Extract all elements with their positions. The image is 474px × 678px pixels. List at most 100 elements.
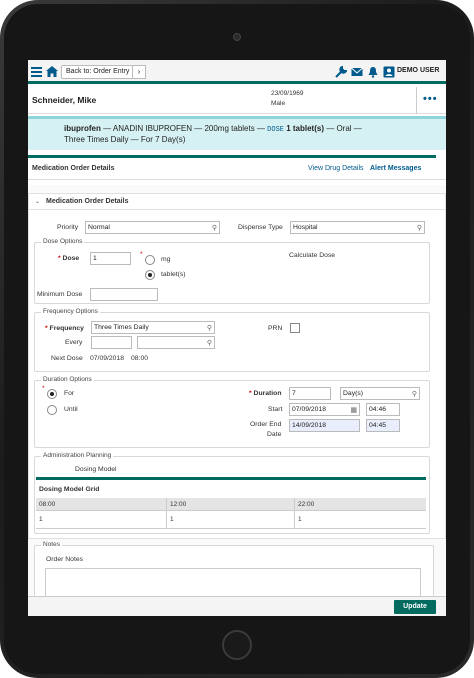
- grid-cell[interactable]: 1: [39, 516, 43, 523]
- start-label: Start: [268, 406, 283, 413]
- mail-icon[interactable]: [351, 66, 363, 78]
- unit-tablets-radio[interactable]: [145, 270, 155, 280]
- order-end-time-input[interactable]: 04:45: [366, 419, 400, 432]
- duration-options-legend: Duration Options: [41, 376, 94, 383]
- menu-icon[interactable]: [31, 67, 42, 77]
- for-radio[interactable]: [47, 389, 57, 399]
- chevron-right-icon[interactable]: ›: [132, 65, 146, 79]
- priority-label: Priority: [57, 224, 79, 231]
- next-dose-label: Next Dose: [51, 355, 83, 362]
- until-label: Until: [64, 406, 78, 413]
- patient-sex: Male: [271, 100, 286, 107]
- card-header[interactable]: ⌄ Medication Order Details: [29, 194, 445, 210]
- patient-dob: 23/09/1969: [271, 90, 304, 97]
- drug-route: — Oral —: [324, 124, 362, 133]
- top-toolbar: Back to: Order Entry › DEMO USER: [28, 60, 446, 84]
- next-dose-date: 07/09/2018: [90, 355, 125, 362]
- update-button[interactable]: Update: [394, 600, 436, 614]
- calculate-dose-link[interactable]: Calculate Dose: [289, 252, 335, 259]
- every-unit-select[interactable]: ⚲: [137, 336, 215, 349]
- grid-bottom-line: [36, 528, 426, 529]
- frequency-options-legend: Frequency Options: [41, 308, 100, 315]
- administration-planning-group: Administration Planning Dosing Model Dos…: [34, 452, 430, 534]
- next-dose-time: 08:00: [131, 355, 149, 362]
- drug-product: — ANADIN IBUPROFEN — 200mg tablets —: [100, 124, 268, 133]
- order-end-date-input[interactable]: 14/09/2018: [289, 419, 360, 432]
- minimum-dose-label: Minimum Dose: [37, 291, 83, 298]
- frequency-options-group: Frequency Options * Frequency Three Time…: [34, 308, 430, 372]
- form-area: ⌄ Medication Order Details Priority Norm…: [28, 185, 446, 605]
- view-drug-details-link[interactable]: View Drug Details: [308, 165, 364, 172]
- home-hardware-button[interactable]: [222, 630, 252, 660]
- priority-value: Normal: [88, 224, 110, 231]
- prn-label: PRN: [268, 325, 283, 332]
- dosing-model-grid-title: Dosing Model Grid: [39, 486, 100, 493]
- bell-icon[interactable]: [367, 66, 379, 78]
- medication-order-card: ⌄ Medication Order Details Priority Norm…: [28, 193, 446, 539]
- prn-checkbox[interactable]: [290, 323, 300, 333]
- grid-column-header: 08:00: [39, 501, 56, 508]
- dosing-model-link[interactable]: Dosing Model: [75, 466, 117, 473]
- alert-messages-link[interactable]: Alert Messages: [370, 165, 421, 172]
- duration-unit-value: Day(s): [343, 390, 364, 397]
- frequency-value: Three Times Daily: [94, 324, 149, 331]
- home-icon[interactable]: [46, 66, 58, 77]
- order-notes-label: Order Notes: [46, 556, 84, 563]
- for-label: For: [64, 390, 75, 397]
- divider: [416, 87, 417, 114]
- search-icon: ⚲: [411, 391, 417, 398]
- grid-accent-bar: [36, 477, 426, 480]
- back-to-order-entry-button[interactable]: Back to: Order Entry: [61, 65, 135, 79]
- dispense-type-value: Hospital: [293, 224, 318, 231]
- every-input[interactable]: [91, 336, 132, 349]
- grid-cell[interactable]: 1: [298, 516, 302, 523]
- unit-mg-label: mg: [161, 256, 171, 263]
- start-time-input[interactable]: 04:46: [366, 403, 400, 416]
- priority-select[interactable]: Normal ⚲: [85, 221, 220, 234]
- grid-column-header: 12:00: [170, 501, 187, 508]
- footer-bar: Update: [28, 596, 446, 616]
- grid-cell[interactable]: 1: [170, 516, 174, 523]
- dispense-type-select[interactable]: Hospital ⚲: [290, 221, 425, 234]
- chevron-down-icon[interactable]: ⌄: [35, 198, 40, 205]
- patient-banner: Schneider, Mike 23/09/1969 Male •••: [28, 87, 446, 114]
- patient-name: Schneider, Mike: [32, 95, 97, 105]
- frequency-select[interactable]: Three Times Daily ⚲: [91, 321, 215, 334]
- grid-column-header: 22:00: [298, 501, 315, 508]
- drug-dose: 1 tablet(s): [283, 124, 324, 133]
- page-title: Medication Order Details: [32, 165, 115, 172]
- drug-summary-banner: ibuprofen — ANADIN IBUPROFEN — 200mg tab…: [28, 116, 446, 150]
- tablet-frame: Back to: Order Entry › DEMO USER Schneid…: [0, 0, 474, 678]
- dose-label: * Dose: [58, 255, 80, 262]
- wrench-icon[interactable]: [335, 66, 347, 78]
- order-end-date-label-1: Order End: [250, 421, 282, 428]
- app-screen: Back to: Order Entry › DEMO USER Schneid…: [28, 60, 446, 616]
- grid-divider: [166, 498, 167, 528]
- dose-options-group: Dose Options * Dose 1 * mg tablet(s) Cal…: [34, 238, 430, 304]
- duration-input[interactable]: 7: [289, 387, 331, 400]
- camera-lens: [233, 33, 241, 41]
- user-icon[interactable]: [383, 66, 395, 78]
- drug-name: ibuprofen: [64, 124, 101, 133]
- search-icon: ⚲: [416, 225, 422, 232]
- dispense-type-label: Dispense Type: [238, 224, 283, 231]
- grid-divider: [294, 498, 295, 528]
- user-name[interactable]: DEMO USER: [397, 67, 439, 74]
- unit-mg-radio[interactable]: [145, 255, 155, 265]
- start-date-input[interactable]: 07/09/2018 ▦: [289, 403, 360, 416]
- search-icon: ⚲: [206, 325, 212, 332]
- start-date-value: 07/09/2018: [292, 406, 327, 413]
- card-title: Medication Order Details: [46, 198, 129, 205]
- until-radio[interactable]: [47, 405, 57, 415]
- minimum-dose-input[interactable]: [90, 288, 158, 301]
- search-icon: ⚲: [211, 225, 217, 232]
- drug-summary-line1: ibuprofen — ANADIN IBUPROFEN — 200mg tab…: [64, 124, 362, 134]
- calendar-icon[interactable]: ▦: [350, 405, 357, 416]
- order-end-date-label-2: Date: [267, 431, 282, 438]
- more-icon[interactable]: •••: [423, 93, 438, 105]
- dose-input[interactable]: 1: [90, 252, 131, 265]
- grid-header-row: [36, 498, 426, 511]
- search-icon: ⚲: [206, 340, 212, 347]
- duration-unit-select[interactable]: Day(s) ⚲: [340, 387, 420, 400]
- drug-summary-line2: Three Times Daily — For 7 Day(s): [64, 135, 186, 144]
